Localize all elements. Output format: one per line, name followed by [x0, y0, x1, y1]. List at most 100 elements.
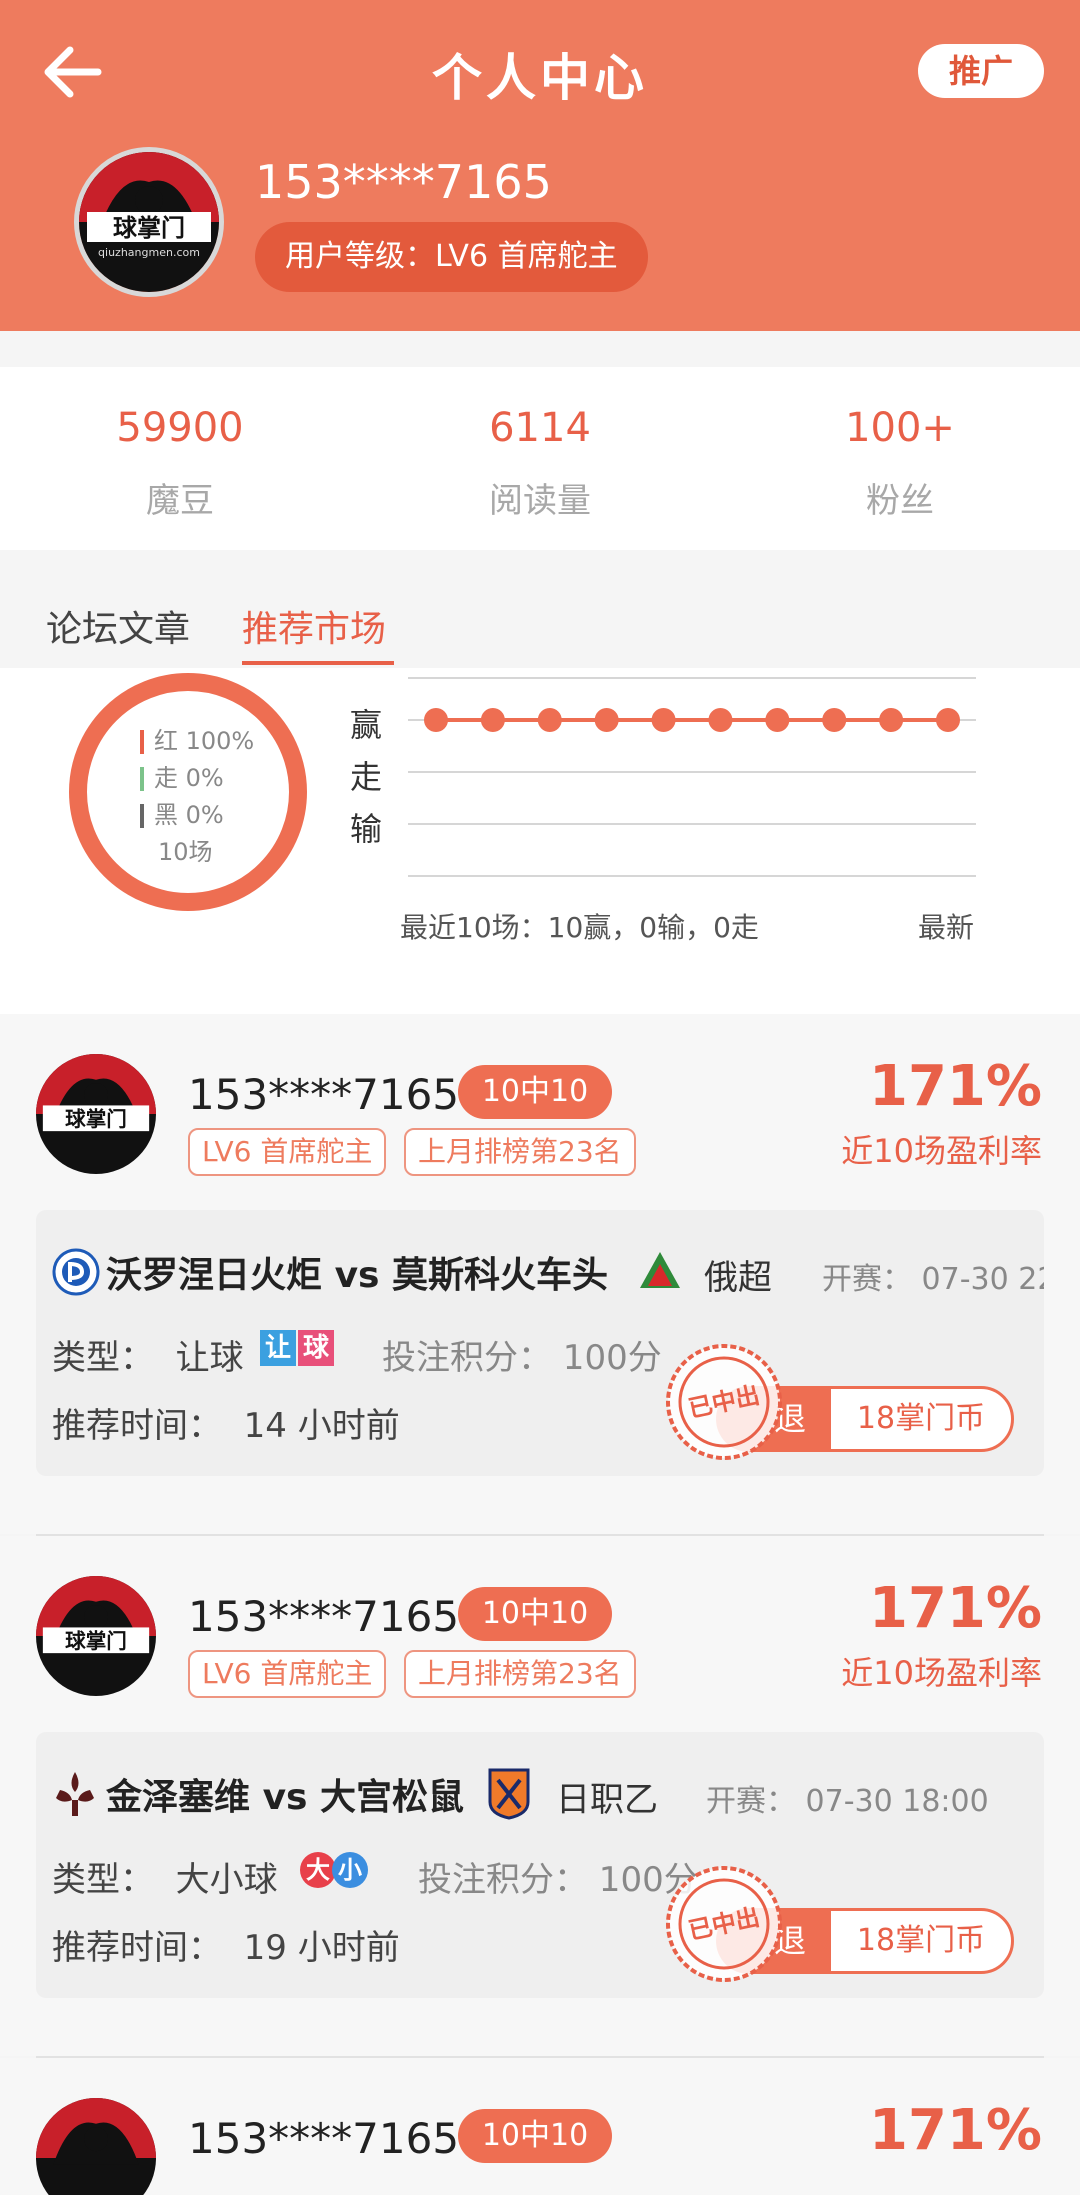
svg-text:球掌门: 球掌门	[113, 214, 185, 242]
rank-tag: 上月排榜第23名	[404, 1650, 636, 1698]
bet-type: 类型： 大小球	[52, 1852, 278, 1901]
hit-rate-badge: 10中10	[458, 1587, 612, 1641]
kickoff-time: 开赛： 07-30 18:00	[706, 1784, 989, 1819]
price-button[interactable]: 18掌门币	[828, 1908, 1014, 1974]
stat-value: 59900	[116, 405, 244, 451]
result-point	[480, 708, 505, 732]
home-team: 金泽塞维	[106, 1777, 251, 1818]
legend-item: 黑 0%	[140, 797, 254, 834]
recent-record-text: 最近10场：10赢，0输，0走	[400, 911, 759, 944]
legend-label: 黑 0%	[154, 801, 224, 829]
stat-value: 6114	[489, 405, 591, 451]
stat-reads[interactable]: 6114 阅读量	[390, 405, 690, 522]
profit-rate: 171%	[868, 2098, 1042, 2163]
legend-label: 红 100%	[154, 727, 255, 755]
vs-label: vs	[262, 1777, 308, 1818]
legend-swatch	[140, 767, 144, 791]
rank-tag: 上月排榜第23名	[404, 1128, 636, 1176]
type-value: 大小球	[175, 1860, 278, 1900]
result-point	[424, 708, 448, 732]
profile-header: 个人中心 推广 球掌门 qiuzhangmen.com 153****7165 …	[0, 0, 1080, 331]
time-value: 19 小时前	[243, 1928, 400, 1968]
profit-rate-label: 近10场盈利率	[841, 1654, 1042, 1692]
latest-label: 最新	[918, 911, 975, 944]
promote-button[interactable]: 推广	[918, 44, 1044, 98]
type-label: 类型：	[52, 1860, 154, 1900]
avatar[interactable]: 球掌门 qiuzhangmen.com	[74, 147, 224, 297]
stat-modou[interactable]: 59900 魔豆	[30, 405, 330, 522]
team-crest-icon	[640, 1252, 680, 1288]
stat-label: 粉丝	[866, 481, 934, 521]
match-teams: 金泽塞维 vs 大宫松鼠	[106, 1768, 464, 1820]
y-label-win: 赢	[350, 706, 383, 744]
result-point	[594, 708, 619, 732]
home-team: 沃罗涅日火炬	[106, 1255, 323, 1296]
level-tag: LV6 首席舵主	[188, 1128, 387, 1176]
time-label: 推荐时间：	[52, 1406, 222, 1446]
level-tag: LV6 首席舵主	[188, 1650, 387, 1698]
tipster-name[interactable]: 153****7165	[188, 1592, 459, 1641]
result-point	[822, 708, 847, 732]
svg-text:球掌门: 球掌门	[65, 1107, 127, 1131]
avatar-logo-icon: 球掌门	[36, 1576, 156, 1696]
tipster-name[interactable]: 153****7165	[188, 2114, 459, 2163]
active-tab-indicator	[242, 661, 394, 665]
legend-item: 走 0%	[140, 760, 254, 797]
recommend-card[interactable]: 球掌门 153****7165 10中10 LV6 首席舵主 上月排榜第23名 …	[0, 1536, 1080, 2056]
hit-rate-badge: 10中10	[458, 1065, 612, 1119]
bet-points: 投注积分： 100分	[418, 1860, 698, 1900]
match-box[interactable]: 金泽塞维 vs 大宫松鼠 日职乙 开赛： 07-30 18:00 类型： 大小球…	[36, 1732, 1044, 1998]
recent-results-line-chart	[408, 677, 976, 877]
legend-label: 走 0%	[154, 764, 224, 792]
stat-value: 100+	[845, 405, 955, 451]
legend-item: 红 100%	[140, 723, 254, 760]
avatar-logo-icon	[36, 2098, 156, 2195]
price-button[interactable]: 18掌门币	[828, 1386, 1014, 1452]
tab-bar: 论坛文章 推荐市场	[0, 556, 1080, 668]
time-label: 推荐时间：	[52, 1928, 222, 1968]
league-name: 日职乙	[556, 1780, 658, 1820]
record-summary: 红 100% 走 0% 黑 0% 10场 赢 走 输 最近10场：10赢，0输，…	[0, 668, 1080, 1014]
small-icon: 小	[332, 1852, 368, 1888]
y-label-draw: 走	[350, 758, 383, 796]
team-crest-icon	[488, 1768, 530, 1820]
y-label-lose: 输	[350, 810, 383, 848]
recommend-card[interactable]: 球掌门 153****7165 10中10 LV6 首席舵主 上月排榜第23名 …	[0, 1014, 1080, 1534]
away-team: 大宫松鼠	[320, 1777, 465, 1818]
username: 153****7165	[255, 155, 552, 209]
team-crest-icon	[56, 1772, 94, 1816]
match-teams: 沃罗涅日火炬 vs 莫斯科火车头	[106, 1246, 608, 1298]
big-icon: 大	[300, 1852, 336, 1888]
team-crest-icon	[52, 1248, 100, 1296]
legend-swatch	[140, 804, 144, 828]
stat-fans[interactable]: 100+ 粉丝	[750, 405, 1050, 522]
svg-text:球掌门: 球掌门	[65, 1629, 127, 1653]
avatar-logo-icon: 球掌门	[36, 1054, 156, 1174]
avatar[interactable]	[36, 2098, 156, 2195]
legend-swatch	[140, 730, 144, 754]
type-value: 让球	[175, 1338, 244, 1378]
league-name: 俄超	[704, 1258, 772, 1298]
bet-points: 投注积分： 100分	[382, 1338, 662, 1378]
match-box[interactable]: 沃罗涅日火炬 vs 莫斯科火车头 俄超 开赛： 07-30 22:30 类型： …	[36, 1210, 1044, 1476]
kickoff-time: 开赛： 07-30 22:30	[822, 1262, 1044, 1297]
recommend-card[interactable]: 153****7165 10中10 171%	[0, 2058, 1080, 2195]
result-point	[879, 708, 904, 732]
profit-rate: 171%	[868, 1576, 1042, 1641]
hit-rate-badge: 10中10	[458, 2109, 612, 2163]
avatar[interactable]: 球掌门	[36, 1576, 156, 1696]
result-point	[936, 708, 960, 732]
stat-label: 阅读量	[489, 481, 591, 521]
stats-bar: 59900 魔豆 6114 阅读量 100+ 粉丝	[0, 367, 1080, 550]
stat-label: 魔豆	[146, 481, 214, 521]
ball-icon: 球	[298, 1330, 334, 1366]
avatar[interactable]: 球掌门	[36, 1054, 156, 1174]
vs-label: vs	[334, 1255, 380, 1296]
legend-count: 10场	[158, 838, 213, 866]
tab-recommend-market[interactable]: 推荐市场	[242, 600, 386, 652]
user-level-badge: 用户等级：LV6 首席舵主	[255, 222, 648, 292]
tipster-name[interactable]: 153****7165	[188, 1070, 459, 1119]
tab-forum-articles[interactable]: 论坛文章	[46, 600, 190, 652]
handicap-icon: 让	[260, 1330, 296, 1366]
profit-rate-label: 近10场盈利率	[841, 1132, 1042, 1170]
